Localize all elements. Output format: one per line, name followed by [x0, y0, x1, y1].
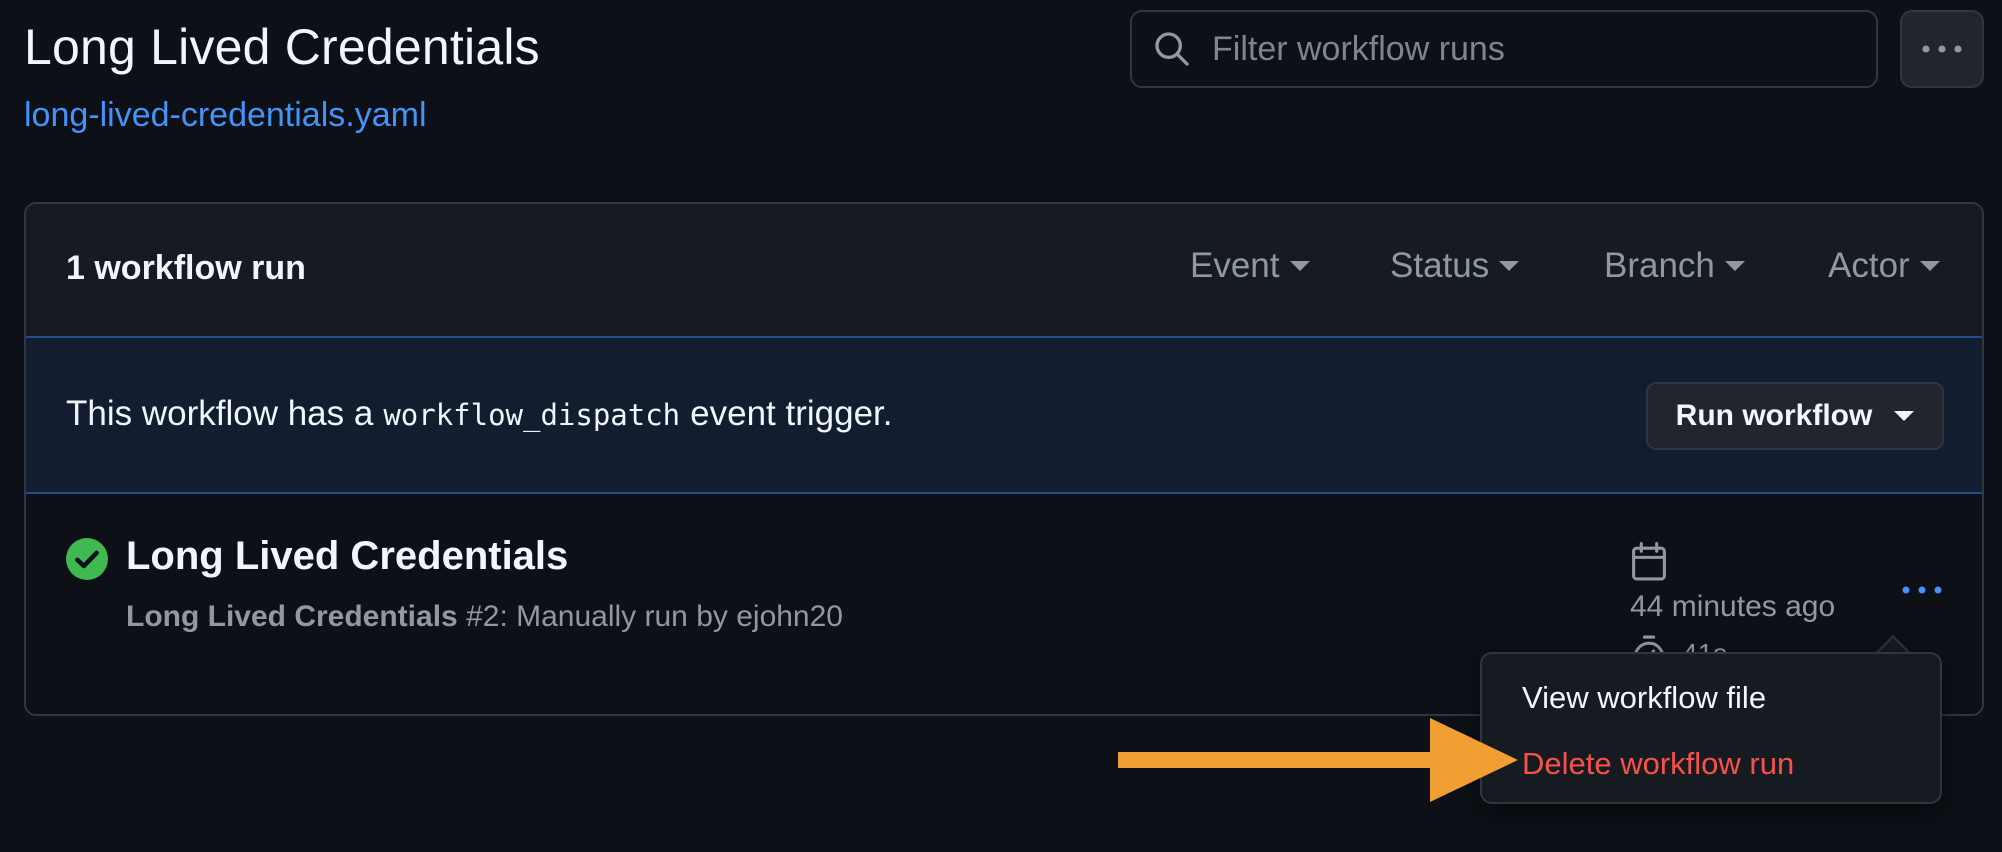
- run-workflow-label: Run workflow: [1675, 399, 1873, 432]
- run-time-ago: 44 minutes ago: [1630, 590, 1836, 623]
- status-filter[interactable]: Status: [1390, 246, 1520, 286]
- search-icon: [1155, 32, 1189, 66]
- view-workflow-file-item[interactable]: View workflow file: [1522, 680, 1766, 716]
- chevron-down-icon: [1894, 411, 1915, 421]
- actor-filter-label: Actor: [1828, 246, 1910, 285]
- dispatch-banner: This workflow has a workflow_dispatch even…: [26, 338, 1982, 494]
- run-count: 1 workflow run: [66, 249, 306, 287]
- event-filter-label: Event: [1190, 246, 1280, 285]
- status-filter-label: Status: [1390, 246, 1490, 285]
- dispatch-message: This workflow has a workflow_dispatch even…: [66, 394, 892, 434]
- chevron-down-icon: [1919, 261, 1940, 271]
- dispatch-code: workflow_dispatch: [383, 398, 681, 432]
- more-options-button[interactable]: [1900, 10, 1984, 88]
- chevron-down-icon: [1499, 261, 1520, 271]
- filter-input[interactable]: [1210, 18, 1876, 80]
- chevron-down-icon: [1289, 261, 1310, 271]
- dispatch-text-before: This workflow has a: [66, 394, 374, 433]
- run-description: Long Lived Credentials #2: Manually run …: [126, 600, 843, 634]
- page-title: Long Lived Credentials: [24, 19, 540, 75]
- calendar-icon: [1632, 542, 1666, 581]
- workflow-file-link[interactable]: long-lived-credentials.yaml: [24, 96, 427, 135]
- kebab-icon: [1922, 45, 1962, 53]
- run-options-menu: View workflow file Delete workflow run: [1480, 652, 1942, 804]
- delete-workflow-run-item[interactable]: Delete workflow run: [1522, 746, 1794, 782]
- kebab-icon: [1902, 586, 1942, 594]
- run-workflow-button[interactable]: Run workflow: [1646, 382, 1944, 450]
- dispatch-text-after: event trigger.: [690, 394, 893, 433]
- branch-filter[interactable]: Branch: [1604, 246, 1745, 286]
- workflow-runs-page: Long Lived Credentials long-lived-creden…: [0, 0, 2002, 852]
- annotation-arrow: [1118, 718, 1518, 802]
- branch-filter-label: Branch: [1604, 246, 1715, 285]
- actor-filter[interactable]: Actor: [1828, 246, 1940, 286]
- run-title-link[interactable]: Long Lived Credentials: [126, 534, 568, 579]
- workflow-runs-box: 1 workflow run Event Status Branch Actor…: [24, 202, 1984, 716]
- chevron-down-icon: [1724, 261, 1745, 271]
- run-trigger: : Manually run by ejohn20: [499, 600, 843, 633]
- run-number: #2: [466, 600, 500, 633]
- run-options-button[interactable]: [1892, 570, 1952, 610]
- filter-workflow-runs[interactable]: [1130, 10, 1878, 88]
- runs-box-header: 1 workflow run Event Status Branch Actor: [26, 204, 1982, 338]
- event-filter[interactable]: Event: [1190, 246, 1310, 286]
- check-circle-icon: [66, 538, 108, 580]
- run-workflow-name: Long Lived Credentials: [126, 600, 458, 633]
